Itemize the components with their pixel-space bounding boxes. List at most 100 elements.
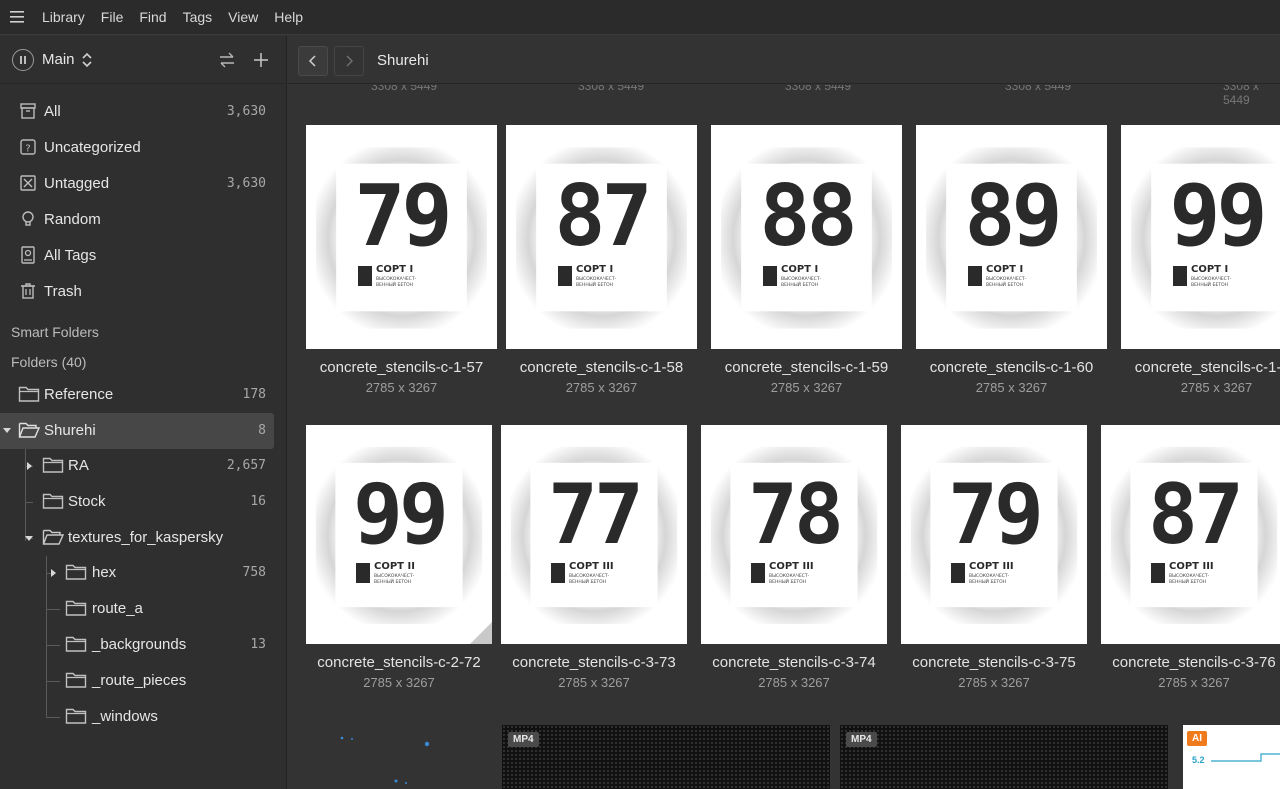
asset-dimensions: 2785 x 3267 xyxy=(363,675,435,690)
asset-thumbnail: 99 СОРТ II ВЫСОКОКАЧЕСТ-ВЕННЫЙ БЕТОН xyxy=(306,425,492,644)
asset-card[interactable]: 99 СОРТ I ВЫСОКОКАЧЕСТ-ВЕННЫЙ БЕТОН concret… xyxy=(1121,125,1280,397)
asset-card[interactable]: 77 СОРТ III ВЫСОКОКАЧЕСТ-ВЕННЫЙ БЕТОН concr… xyxy=(501,425,687,692)
stencil-subtext: ВЫСОКОКАЧЕСТ-ВЕННЫЙ БЕТОН xyxy=(1191,277,1232,288)
asset-name: concrete_stencils-c-3-75 xyxy=(912,654,1076,671)
asset-card[interactable]: 87 СОРТ III ВЫСОКОКАЧЕСТ-ВЕННЫЙ БЕТОН concr… xyxy=(1101,425,1280,692)
stencil-number: 79 xyxy=(948,466,1044,563)
nav-untagged[interactable]: Untagged 3,630 xyxy=(0,167,287,199)
mp4-badge: MP4 xyxy=(846,732,877,747)
stencil-number: 87 xyxy=(1148,466,1244,563)
toolbar: Shurehi xyxy=(288,36,1280,84)
menu-tags[interactable]: Tags xyxy=(175,0,221,35)
breadcrumb: Shurehi xyxy=(377,52,429,69)
untagged-icon xyxy=(20,175,36,191)
stencil-mark xyxy=(551,563,565,583)
swap-icon[interactable] xyxy=(216,49,238,71)
library-switcher[interactable]: Main xyxy=(42,51,75,68)
stencil-grade: СОРТ III xyxy=(569,561,614,572)
folder-shurehi[interactable]: Shurehi 8 xyxy=(0,413,287,449)
partial-dims: 3308 x 5449 xyxy=(1223,85,1260,107)
asset-card[interactable]: 79 СОРТ III ВЫСОКОКАЧЕСТ-ВЕННЫЙ БЕТОН concr… xyxy=(901,425,1087,692)
asset-card-dark[interactable] xyxy=(306,725,486,789)
stencil-number: 79 xyxy=(354,167,452,266)
asset-card-ai[interactable]: 5.2 AI xyxy=(1183,725,1280,789)
chevron-updown-icon[interactable] xyxy=(82,52,92,68)
nav-uncategorized-label: Uncategorized xyxy=(44,139,141,156)
nav-trash[interactable]: Trash xyxy=(0,275,287,307)
add-icon[interactable] xyxy=(250,49,272,71)
asset-card[interactable]: 88 СОРТ I ВЫСОКОКАЧЕСТ-ВЕННЫЙ БЕТОН concret… xyxy=(711,125,902,397)
folder-count: 13 xyxy=(250,637,266,652)
back-button[interactable] xyxy=(298,46,328,76)
asset-name: concrete_stencils-c-3-76 xyxy=(1112,654,1276,671)
stencil-mark xyxy=(951,563,965,583)
asset-thumbnail: 78 СОРТ III ВЫСОКОКАЧЕСТ-ВЕННЫЙ БЕТОН xyxy=(701,425,887,644)
folder-windows[interactable]: _windows xyxy=(0,700,287,734)
caret-down-icon[interactable] xyxy=(24,533,34,543)
asset-thumbnail: 79 СОРТ III ВЫСОКОКАЧЕСТ-ВЕННЫЙ БЕТОН xyxy=(901,425,1087,644)
folders-heading[interactable]: Folders (40) xyxy=(11,354,86,370)
asset-thumbnail: 79 СОРТ I ВЫСОКОКАЧЕСТ-ВЕННЫЙ БЕТОН xyxy=(306,125,497,349)
asset-dimensions: 2785 x 3267 xyxy=(975,380,1048,395)
video-thumbnail xyxy=(840,725,1168,789)
nav-all-tags[interactable]: All Tags xyxy=(0,239,287,271)
asset-dimensions: 2785 x 3267 xyxy=(958,675,1030,690)
nav-uncategorized[interactable]: ? Uncategorized xyxy=(0,131,287,163)
menu-library[interactable]: Library xyxy=(34,0,93,35)
asset-card[interactable]: 89 СОРТ I ВЫСОКОКАЧЕСТ-ВЕННЫЙ БЕТОН concret… xyxy=(916,125,1107,397)
asset-name: concrete_stencils-c-1-58 xyxy=(519,359,684,376)
caret-right-icon[interactable] xyxy=(24,461,34,471)
stencil-subtext: ВЫСОКОКАЧЕСТ-ВЕННЫЙ БЕТОН xyxy=(1169,574,1210,585)
menu-find[interactable]: Find xyxy=(131,0,174,35)
asset-thumbnail: 89 СОРТ I ВЫСОКОКАЧЕСТ-ВЕННЫЙ БЕТОН xyxy=(916,125,1107,349)
asset-name: concrete_stencils-c-2-72 xyxy=(317,654,481,671)
caret-right-icon[interactable] xyxy=(48,568,58,578)
asset-grid: 3308 x 5449 3308 x 5449 3308 x 5449 3308… xyxy=(288,85,1280,789)
menu-file[interactable]: File xyxy=(93,0,132,35)
partial-dims: 3308 x 5449 xyxy=(578,85,645,93)
zoom-corner-icon[interactable] xyxy=(470,622,492,644)
folder-textures-for-kaspersky[interactable]: textures_for_kaspersky xyxy=(0,521,287,555)
menu-help[interactable]: Help xyxy=(266,0,311,35)
asset-card[interactable]: 78 СОРТ III ВЫСОКОКАЧЕСТ-ВЕННЫЙ БЕТОН concr… xyxy=(701,425,887,692)
folder-label: textures_for_kaspersky xyxy=(68,529,224,546)
asset-card[interactable]: 99 СОРТ II ВЫСОКОКАЧЕСТ-ВЕННЫЙ БЕТОН concre… xyxy=(306,425,492,692)
nav-all-label: All xyxy=(44,103,61,120)
asset-dimensions: 2785 x 3267 xyxy=(1180,380,1253,395)
stencil-subtext: ВЫСОКОКАЧЕСТ-ВЕННЫЙ БЕТОН xyxy=(769,574,810,585)
caret-down-icon[interactable] xyxy=(2,425,12,435)
menu-view[interactable]: View xyxy=(220,0,266,35)
nav-random[interactable]: Random xyxy=(0,203,287,235)
forward-button[interactable] xyxy=(334,46,364,76)
nav-all[interactable]: All 3,630 xyxy=(0,95,287,127)
folder-count: 178 xyxy=(242,387,266,402)
stencil-mark xyxy=(356,563,370,583)
folder-stock[interactable]: Stock 16 xyxy=(0,485,287,519)
stencil-subtext: ВЫСОКОКАЧЕСТ-ВЕННЫЙ БЕТОН xyxy=(969,574,1010,585)
folder-icon xyxy=(65,672,87,688)
folder-reference[interactable]: Reference 178 xyxy=(0,378,287,412)
folder-route-pieces[interactable]: _route_pieces xyxy=(0,664,287,698)
folder-hex[interactable]: hex 758 xyxy=(0,556,287,590)
asset-card-mp4[interactable]: MP4 xyxy=(840,725,1168,789)
hamburger-menu-icon[interactable] xyxy=(0,0,34,35)
smart-folders-heading[interactable]: Smart Folders xyxy=(11,324,99,340)
asset-card[interactable]: 79 СОРТ I ВЫСОКОКАЧЕСТ-ВЕННЫЙ БЕТОН concret… xyxy=(306,125,497,397)
asset-card[interactable]: 87 СОРТ I ВЫСОКОКАЧЕСТ-ВЕННЫЙ БЕТОН concret… xyxy=(506,125,697,397)
folder-ra[interactable]: RA 2,657 xyxy=(0,449,287,483)
stencil-number: 89 xyxy=(964,167,1062,266)
stencil-grade: СОРТ I xyxy=(376,264,414,275)
library-pause-icon[interactable] xyxy=(12,49,34,71)
folder-label: route_a xyxy=(92,600,143,617)
stencil-subtext: ВЫСОКОКАЧЕСТ-ВЕННЫЙ БЕТОН xyxy=(374,574,415,585)
stencil-number: 88 xyxy=(759,167,857,266)
folder-route-a[interactable]: route_a xyxy=(0,592,287,626)
asset-thumbnail: 87 СОРТ I ВЫСОКОКАЧЕСТ-ВЕННЫЙ БЕТОН xyxy=(506,125,697,349)
svg-text:?: ? xyxy=(25,144,30,155)
asset-dimensions: 2785 x 3267 xyxy=(565,380,638,395)
stencil-mark xyxy=(1173,266,1187,286)
stencil-grade: СОРТ III xyxy=(1169,561,1214,572)
folder-backgrounds[interactable]: _backgrounds 13 xyxy=(0,628,287,662)
folder-label: Shurehi xyxy=(44,422,96,439)
asset-card-mp4[interactable]: MP4 xyxy=(502,725,830,789)
